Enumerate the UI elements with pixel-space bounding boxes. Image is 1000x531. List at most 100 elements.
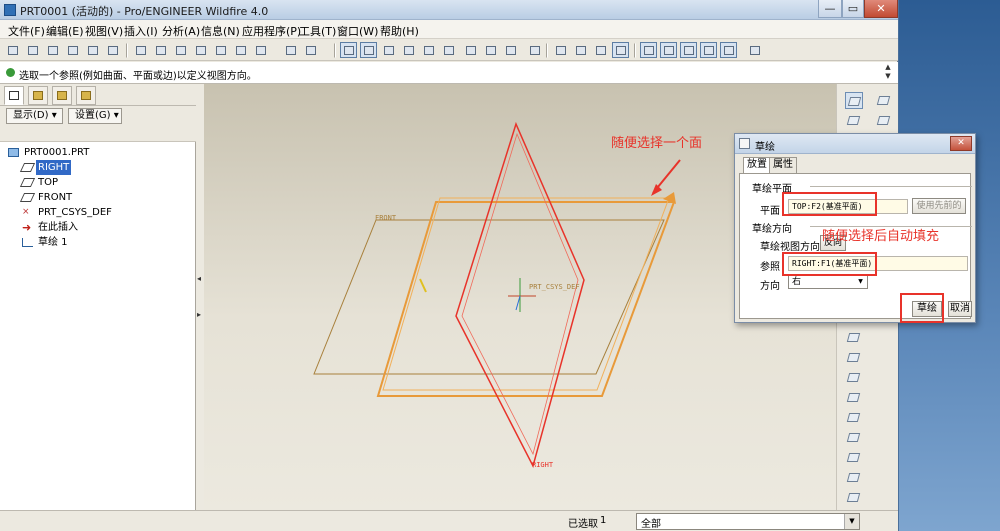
- menu-help[interactable]: 帮助(H): [380, 23, 419, 39]
- menu-view[interactable]: 视图(V): [85, 23, 123, 39]
- folder-browser-tab-icon[interactable]: [28, 86, 48, 105]
- cancel-button[interactable]: 取消: [948, 301, 972, 317]
- menu-info[interactable]: 信息(N): [201, 23, 240, 39]
- csys-icon: ⨯: [22, 207, 30, 217]
- hidden-line-icon[interactable]: [572, 42, 589, 58]
- open-file-icon[interactable]: [24, 42, 41, 58]
- new-file-icon[interactable]: [4, 42, 21, 58]
- chamfer-icon[interactable]: [845, 469, 863, 486]
- hole-icon[interactable]: [845, 369, 863, 386]
- tree-item-right[interactable]: RIGHT: [19, 160, 102, 175]
- menu-tools[interactable]: 工具(T): [299, 23, 336, 39]
- tree-item-label: RIGHT: [36, 160, 72, 175]
- tree-item-front[interactable]: FRONT: [19, 190, 102, 205]
- maximize-button[interactable]: ▭: [842, 0, 864, 18]
- annotation-toggle-icon[interactable]: [720, 42, 737, 58]
- wireframe-icon[interactable]: [552, 42, 569, 58]
- favorites-tab-icon[interactable]: [52, 86, 72, 105]
- zoom-out-icon[interactable]: [420, 42, 437, 58]
- reorient-icon[interactable]: [462, 42, 479, 58]
- select-tool-icon[interactable]: [360, 42, 377, 58]
- spin-center-icon[interactable]: [380, 42, 397, 58]
- copy-icon[interactable]: [192, 42, 209, 58]
- selection-filter-value: 全部: [641, 519, 661, 530]
- select-box-icon[interactable]: [302, 42, 319, 58]
- message-scroll-arrows-icon[interactable]: ▲ ▼: [882, 63, 894, 82]
- toolbar-separator: [546, 43, 548, 58]
- menu-edit[interactable]: 编辑(E): [46, 23, 84, 39]
- collapse-left-icon[interactable]: ◂: [197, 274, 201, 283]
- filter-dropdown-icon[interactable]: ▼: [844, 514, 859, 529]
- extrude-icon[interactable]: [845, 329, 863, 346]
- panel-splitter[interactable]: ◂ ▸: [196, 84, 204, 510]
- cut-icon[interactable]: [172, 42, 189, 58]
- regenerate-icon[interactable]: [252, 42, 269, 58]
- menu-file[interactable]: 文件(F): [8, 23, 45, 39]
- tab-properties[interactable]: 属性: [769, 157, 797, 173]
- datum-points-toggle-icon[interactable]: [680, 42, 697, 58]
- tree-item-csys[interactable]: ⨯ PRT_CSYS_DEF: [22, 205, 132, 220]
- datum-plane-tool-icon[interactable]: [845, 112, 863, 129]
- window-title: PRT0001 (活动的) - Pro/ENGINEER Wildfire 4.…: [20, 5, 269, 18]
- message-text: 选取一个参照(例如曲面、平面或边)以定义视图方向。: [19, 71, 257, 82]
- context-help-icon[interactable]: [746, 42, 763, 58]
- toolbar-separator: [334, 43, 336, 58]
- saved-views-icon[interactable]: [482, 42, 499, 58]
- chevron-down-icon: ▼: [858, 278, 863, 285]
- email-icon[interactable]: [84, 42, 101, 58]
- tree-item-label: 在此插入: [38, 222, 78, 233]
- tree-item-label: PRT0001.PRT: [24, 147, 90, 158]
- orientation-select[interactable]: 右 ▼: [788, 275, 868, 289]
- close-button[interactable]: ✕: [864, 0, 898, 18]
- paste-special-icon[interactable]: [232, 42, 249, 58]
- sketch-tool-icon[interactable]: [340, 42, 357, 58]
- expand-right-icon[interactable]: ▸: [197, 310, 201, 319]
- round-icon[interactable]: [845, 449, 863, 466]
- layers-icon[interactable]: [502, 42, 519, 58]
- use-previous-button[interactable]: 使用先前的: [912, 198, 966, 214]
- menu-applications[interactable]: 应用程序(P): [242, 23, 301, 39]
- datum-point-tool-icon[interactable]: [875, 112, 893, 129]
- connections-tab-icon[interactable]: [76, 86, 96, 105]
- csys-toggle-icon[interactable]: [700, 42, 717, 58]
- model-tree-tab-icon[interactable]: [4, 86, 24, 105]
- menu-window[interactable]: 窗口(W): [337, 23, 378, 39]
- menu-analysis[interactable]: 分析(A): [162, 23, 200, 39]
- rib-icon[interactable]: [845, 409, 863, 426]
- no-hidden-icon[interactable]: [592, 42, 609, 58]
- tree-item-sketch[interactable]: 草绘 1: [22, 235, 112, 250]
- view-manager-icon[interactable]: [526, 42, 543, 58]
- refit-icon[interactable]: [440, 42, 457, 58]
- main-toolbar: [0, 39, 898, 61]
- send-icon[interactable]: [104, 42, 121, 58]
- show-dropdown[interactable]: 显示(D) ▾: [6, 108, 63, 124]
- app-icon: [4, 4, 16, 16]
- tree-item-insert-here[interactable]: ➜ 在此插入: [22, 220, 112, 235]
- redo-icon[interactable]: [152, 42, 169, 58]
- sketch-feature-icon[interactable]: [845, 92, 863, 109]
- print-icon[interactable]: [64, 42, 81, 58]
- revolve-icon[interactable]: [845, 349, 863, 366]
- shell-icon[interactable]: [845, 389, 863, 406]
- find-icon[interactable]: [282, 42, 299, 58]
- paste-icon[interactable]: [212, 42, 229, 58]
- dialog-close-icon[interactable]: ✕: [950, 136, 972, 151]
- datum-axis-tool-icon[interactable]: [875, 92, 893, 109]
- model-tree-panel: 显示(D) ▾ 设置(G) ▾ PRT0001.PRT RIGHT TOP FR…: [0, 84, 196, 510]
- undo-icon[interactable]: [132, 42, 149, 58]
- settings-dropdown[interactable]: 设置(G) ▾: [68, 108, 122, 124]
- minimize-button[interactable]: —: [818, 0, 842, 18]
- tree-item-part[interactable]: PRT0001.PRT: [8, 145, 128, 160]
- tree-item-top[interactable]: TOP: [19, 175, 102, 190]
- tab-placement[interactable]: 放置: [743, 157, 771, 173]
- save-icon[interactable]: [44, 42, 61, 58]
- draft-icon[interactable]: [845, 429, 863, 446]
- zoom-in-icon[interactable]: [400, 42, 417, 58]
- selection-filter[interactable]: 全部 ▼: [636, 513, 860, 530]
- section-divider: [810, 186, 972, 187]
- shading-icon[interactable]: [612, 42, 629, 58]
- pattern-icon[interactable]: [845, 489, 863, 506]
- menu-insert[interactable]: 插入(I): [124, 23, 158, 39]
- datum-axes-toggle-icon[interactable]: [660, 42, 677, 58]
- datum-planes-toggle-icon[interactable]: [640, 42, 657, 58]
